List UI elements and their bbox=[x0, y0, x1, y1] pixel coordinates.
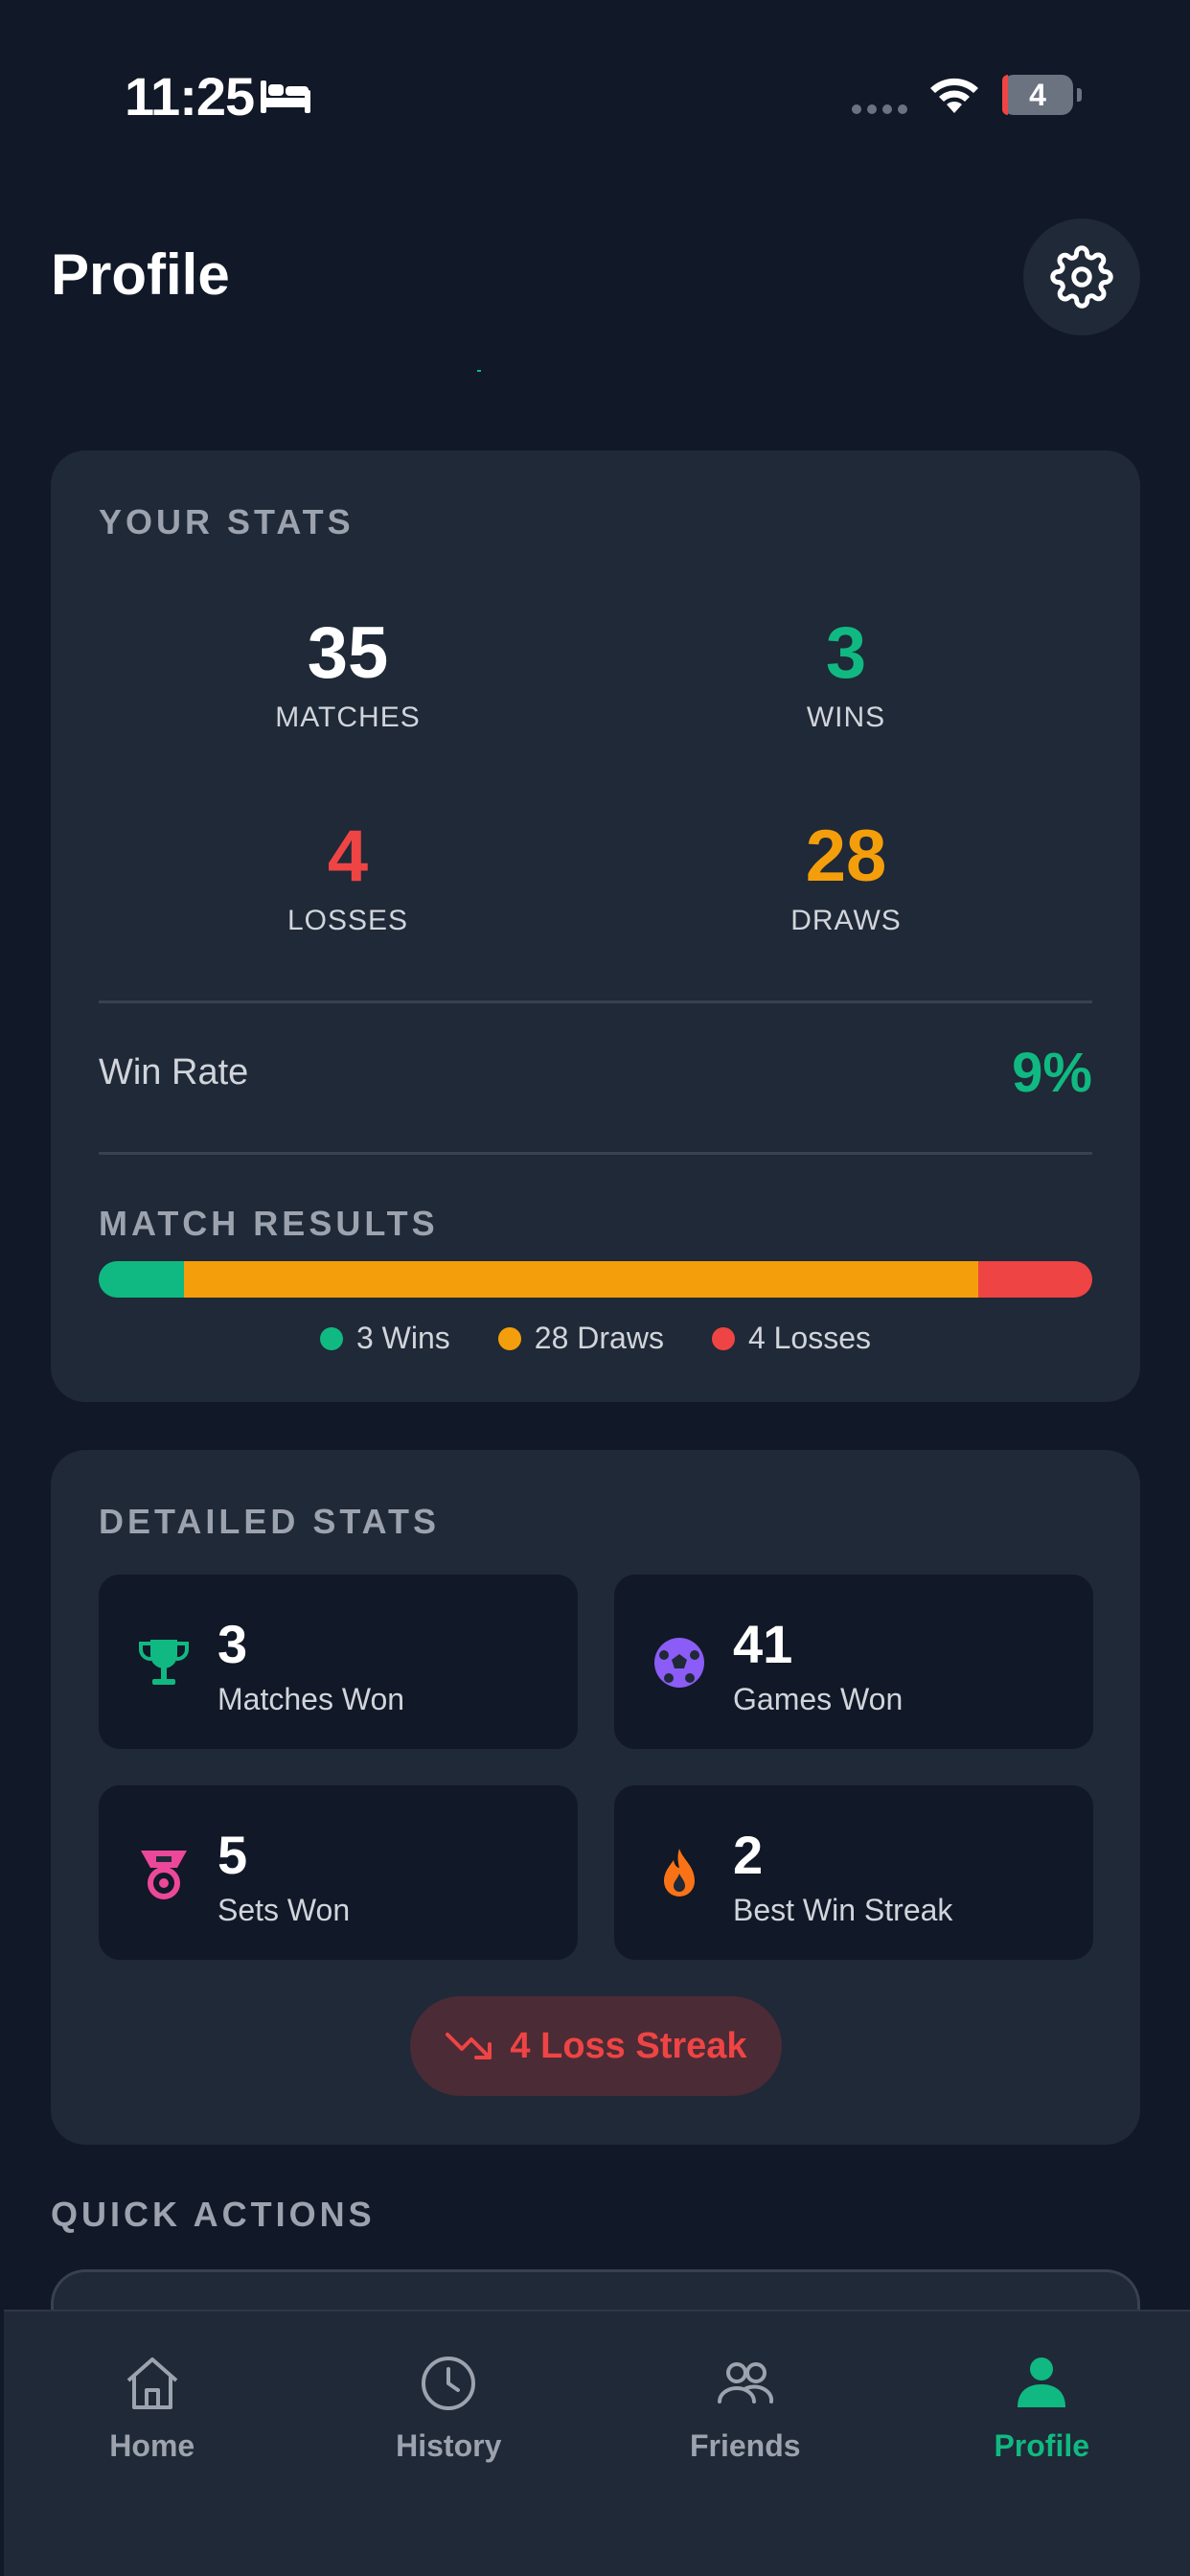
settings-button[interactable] bbox=[1023, 218, 1140, 335]
legend-draws: 28 Draws bbox=[497, 1321, 664, 1356]
decorative-dot bbox=[477, 370, 481, 372]
matches-won-value: 3 bbox=[217, 1614, 248, 1674]
tab-history-label: History bbox=[396, 2428, 502, 2463]
tab-profile[interactable]: Profile bbox=[894, 2312, 1190, 2576]
tab-friends[interactable]: Friends bbox=[597, 2312, 894, 2576]
draws-stat: 28 DRAWS bbox=[645, 818, 1047, 937]
draws-dot bbox=[497, 1326, 521, 1350]
divider bbox=[99, 1000, 1092, 1003]
match-results-heading: MATCH RESULTS bbox=[99, 1204, 439, 1243]
matches-label: MATCHES bbox=[275, 702, 421, 733]
games-won-value: 41 bbox=[733, 1614, 793, 1674]
draws-value: 28 bbox=[805, 816, 887, 897]
page-title: Profile bbox=[51, 242, 230, 307]
wins-stat: 3 WINS bbox=[645, 615, 1047, 734]
bed-icon bbox=[261, 80, 310, 113]
tab-history[interactable]: History bbox=[301, 2312, 598, 2576]
games-won-label: Games Won bbox=[733, 1682, 904, 1716]
wins-dot bbox=[319, 1326, 343, 1350]
tab-profile-label: Profile bbox=[994, 2428, 1090, 2463]
detailed-stats-heading: DETAILED STATS bbox=[99, 1502, 440, 1541]
detailed-stats-card: DETAILED STATS 3 Matches Won 41 Games Wo… bbox=[51, 1450, 1140, 2145]
users-icon bbox=[717, 2362, 773, 2404]
status-time: 11:25 bbox=[125, 66, 255, 126]
status-bar: 11:25 4 bbox=[0, 0, 1190, 192]
clock-icon bbox=[422, 2357, 476, 2410]
wifi-icon bbox=[930, 78, 978, 113]
match-results-legend: 3 Wins 28 Draws 4 Losses bbox=[51, 1321, 1140, 1356]
cellular-signal-icon bbox=[852, 104, 907, 114]
sets-won-value: 5 bbox=[217, 1825, 248, 1885]
tab-bar: Home History Friends Profile bbox=[4, 2310, 1190, 2576]
sets-won-label: Sets Won bbox=[217, 1893, 351, 1927]
tab-friends-label: Friends bbox=[689, 2428, 801, 2463]
quick-actions-heading: QUICK ACTIONS bbox=[51, 2195, 376, 2234]
best-win-streak-tile: 2 Best Win Streak bbox=[614, 1785, 1093, 1960]
games-won-tile: 41 Games Won bbox=[614, 1575, 1093, 1749]
losses-label: LOSSES bbox=[286, 905, 409, 936]
gear-icon bbox=[1050, 245, 1113, 309]
wins-value: 3 bbox=[825, 612, 867, 694]
tab-home[interactable]: Home bbox=[4, 2312, 301, 2576]
best-win-streak-label: Best Win Streak bbox=[733, 1893, 953, 1927]
loss-streak-badge: 4 Loss Streak bbox=[410, 1996, 782, 2096]
matches-won-tile: 3 Matches Won bbox=[99, 1575, 578, 1749]
your-stats-card: YOUR STATS 35 MATCHES 3 WINS 4 LOSSES 28… bbox=[51, 450, 1140, 1402]
home-icon bbox=[126, 2358, 178, 2409]
losses-segment bbox=[978, 1261, 1092, 1298]
wins-segment bbox=[99, 1261, 184, 1298]
sets-won-tile: 5 Sets Won bbox=[99, 1785, 578, 1960]
losses-dot bbox=[711, 1326, 735, 1350]
matches-won-label: Matches Won bbox=[217, 1682, 405, 1716]
losses-value: 4 bbox=[327, 816, 369, 897]
matches-stat: 35 MATCHES bbox=[147, 615, 549, 734]
match-results-bar bbox=[99, 1261, 1092, 1298]
legend-wins: 3 Wins bbox=[319, 1321, 450, 1356]
loss-streak-label: 4 Loss Streak bbox=[510, 2025, 747, 2066]
your-stats-heading: YOUR STATS bbox=[99, 502, 355, 541]
battery-tip bbox=[1077, 88, 1082, 102]
battery-level: 4 bbox=[1029, 77, 1046, 112]
wins-label: WINS bbox=[806, 702, 886, 733]
legend-draws-label: 28 Draws bbox=[534, 1321, 664, 1355]
draws-segment bbox=[183, 1261, 979, 1298]
win-rate-label: Win Rate bbox=[99, 1052, 249, 1092]
draws-label: DRAWS bbox=[790, 905, 902, 936]
win-rate-value: 9% bbox=[1012, 1042, 1092, 1104]
trophy-icon bbox=[138, 1640, 190, 1685]
legend-losses: 4 Losses bbox=[711, 1321, 872, 1356]
user-icon bbox=[1018, 2358, 1066, 2407]
losses-stat: 4 LOSSES bbox=[147, 818, 549, 937]
flame-icon bbox=[664, 1849, 695, 1897]
tab-home-label: Home bbox=[109, 2428, 195, 2463]
battery-indicator: 4 bbox=[1002, 75, 1073, 115]
best-win-streak-value: 2 bbox=[733, 1825, 764, 1885]
divider bbox=[99, 1152, 1092, 1155]
legend-wins-label: 3 Wins bbox=[355, 1321, 450, 1355]
legend-losses-label: 4 Losses bbox=[747, 1321, 872, 1355]
matches-value: 35 bbox=[307, 612, 389, 694]
soccer-ball-icon bbox=[654, 1638, 704, 1688]
medal-icon bbox=[141, 1851, 187, 1899]
trending-down-icon bbox=[446, 2033, 492, 2059]
